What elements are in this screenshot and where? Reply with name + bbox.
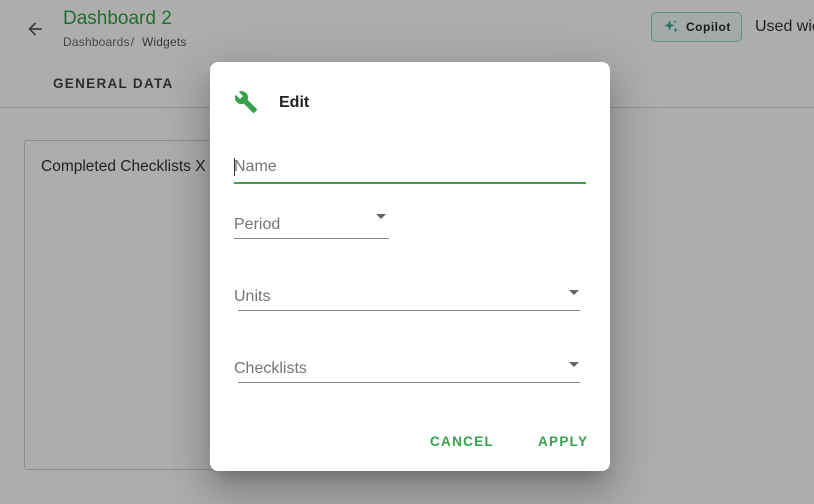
wrench-icon [234,91,257,113]
checklists-label: Checklists [234,360,307,377]
name-input[interactable] [234,155,586,179]
caret-down-icon [569,362,579,367]
edit-dialog: Edit Period Units Checklists CANCEL APPL… [210,62,610,471]
name-field-underline [234,182,586,184]
caret-down-icon [376,214,386,219]
checklists-underline [238,382,580,383]
units-label: Units [234,288,271,305]
cancel-button[interactable]: CANCEL [430,434,494,449]
units-underline [238,310,580,311]
caret-down-icon [569,290,579,295]
units-select[interactable]: Units [234,274,581,312]
text-cursor [234,158,235,176]
dialog-title: Edit [279,94,310,111]
checklists-select[interactable]: Checklists [234,346,581,384]
period-underline [234,238,389,239]
period-label: Period [234,216,281,233]
apply-button[interactable]: APPLY [538,434,588,449]
period-select[interactable]: Period [234,202,389,240]
